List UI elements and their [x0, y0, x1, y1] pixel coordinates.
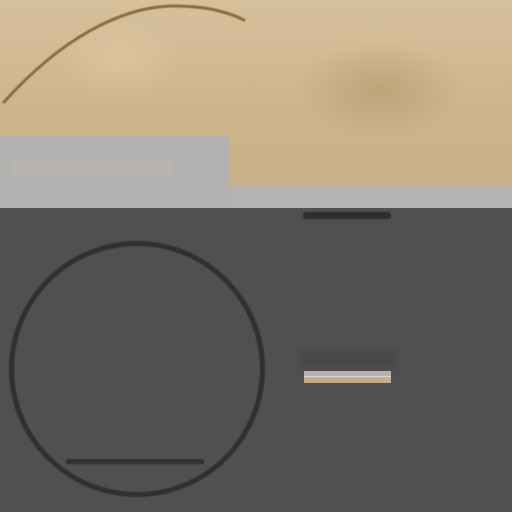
- level-indicator: [304, 371, 391, 383]
- level-line: [304, 376, 391, 377]
- gray-panel: [0, 136, 230, 208]
- blurred-text-placeholder: [12, 160, 172, 176]
- dial-bar: [66, 459, 204, 464]
- level-shadow: [300, 350, 396, 368]
- drag-handle[interactable]: [303, 212, 391, 219]
- gray-strip: [230, 186, 512, 208]
- level-fill: [304, 379, 391, 383]
- app-screen: [0, 0, 512, 512]
